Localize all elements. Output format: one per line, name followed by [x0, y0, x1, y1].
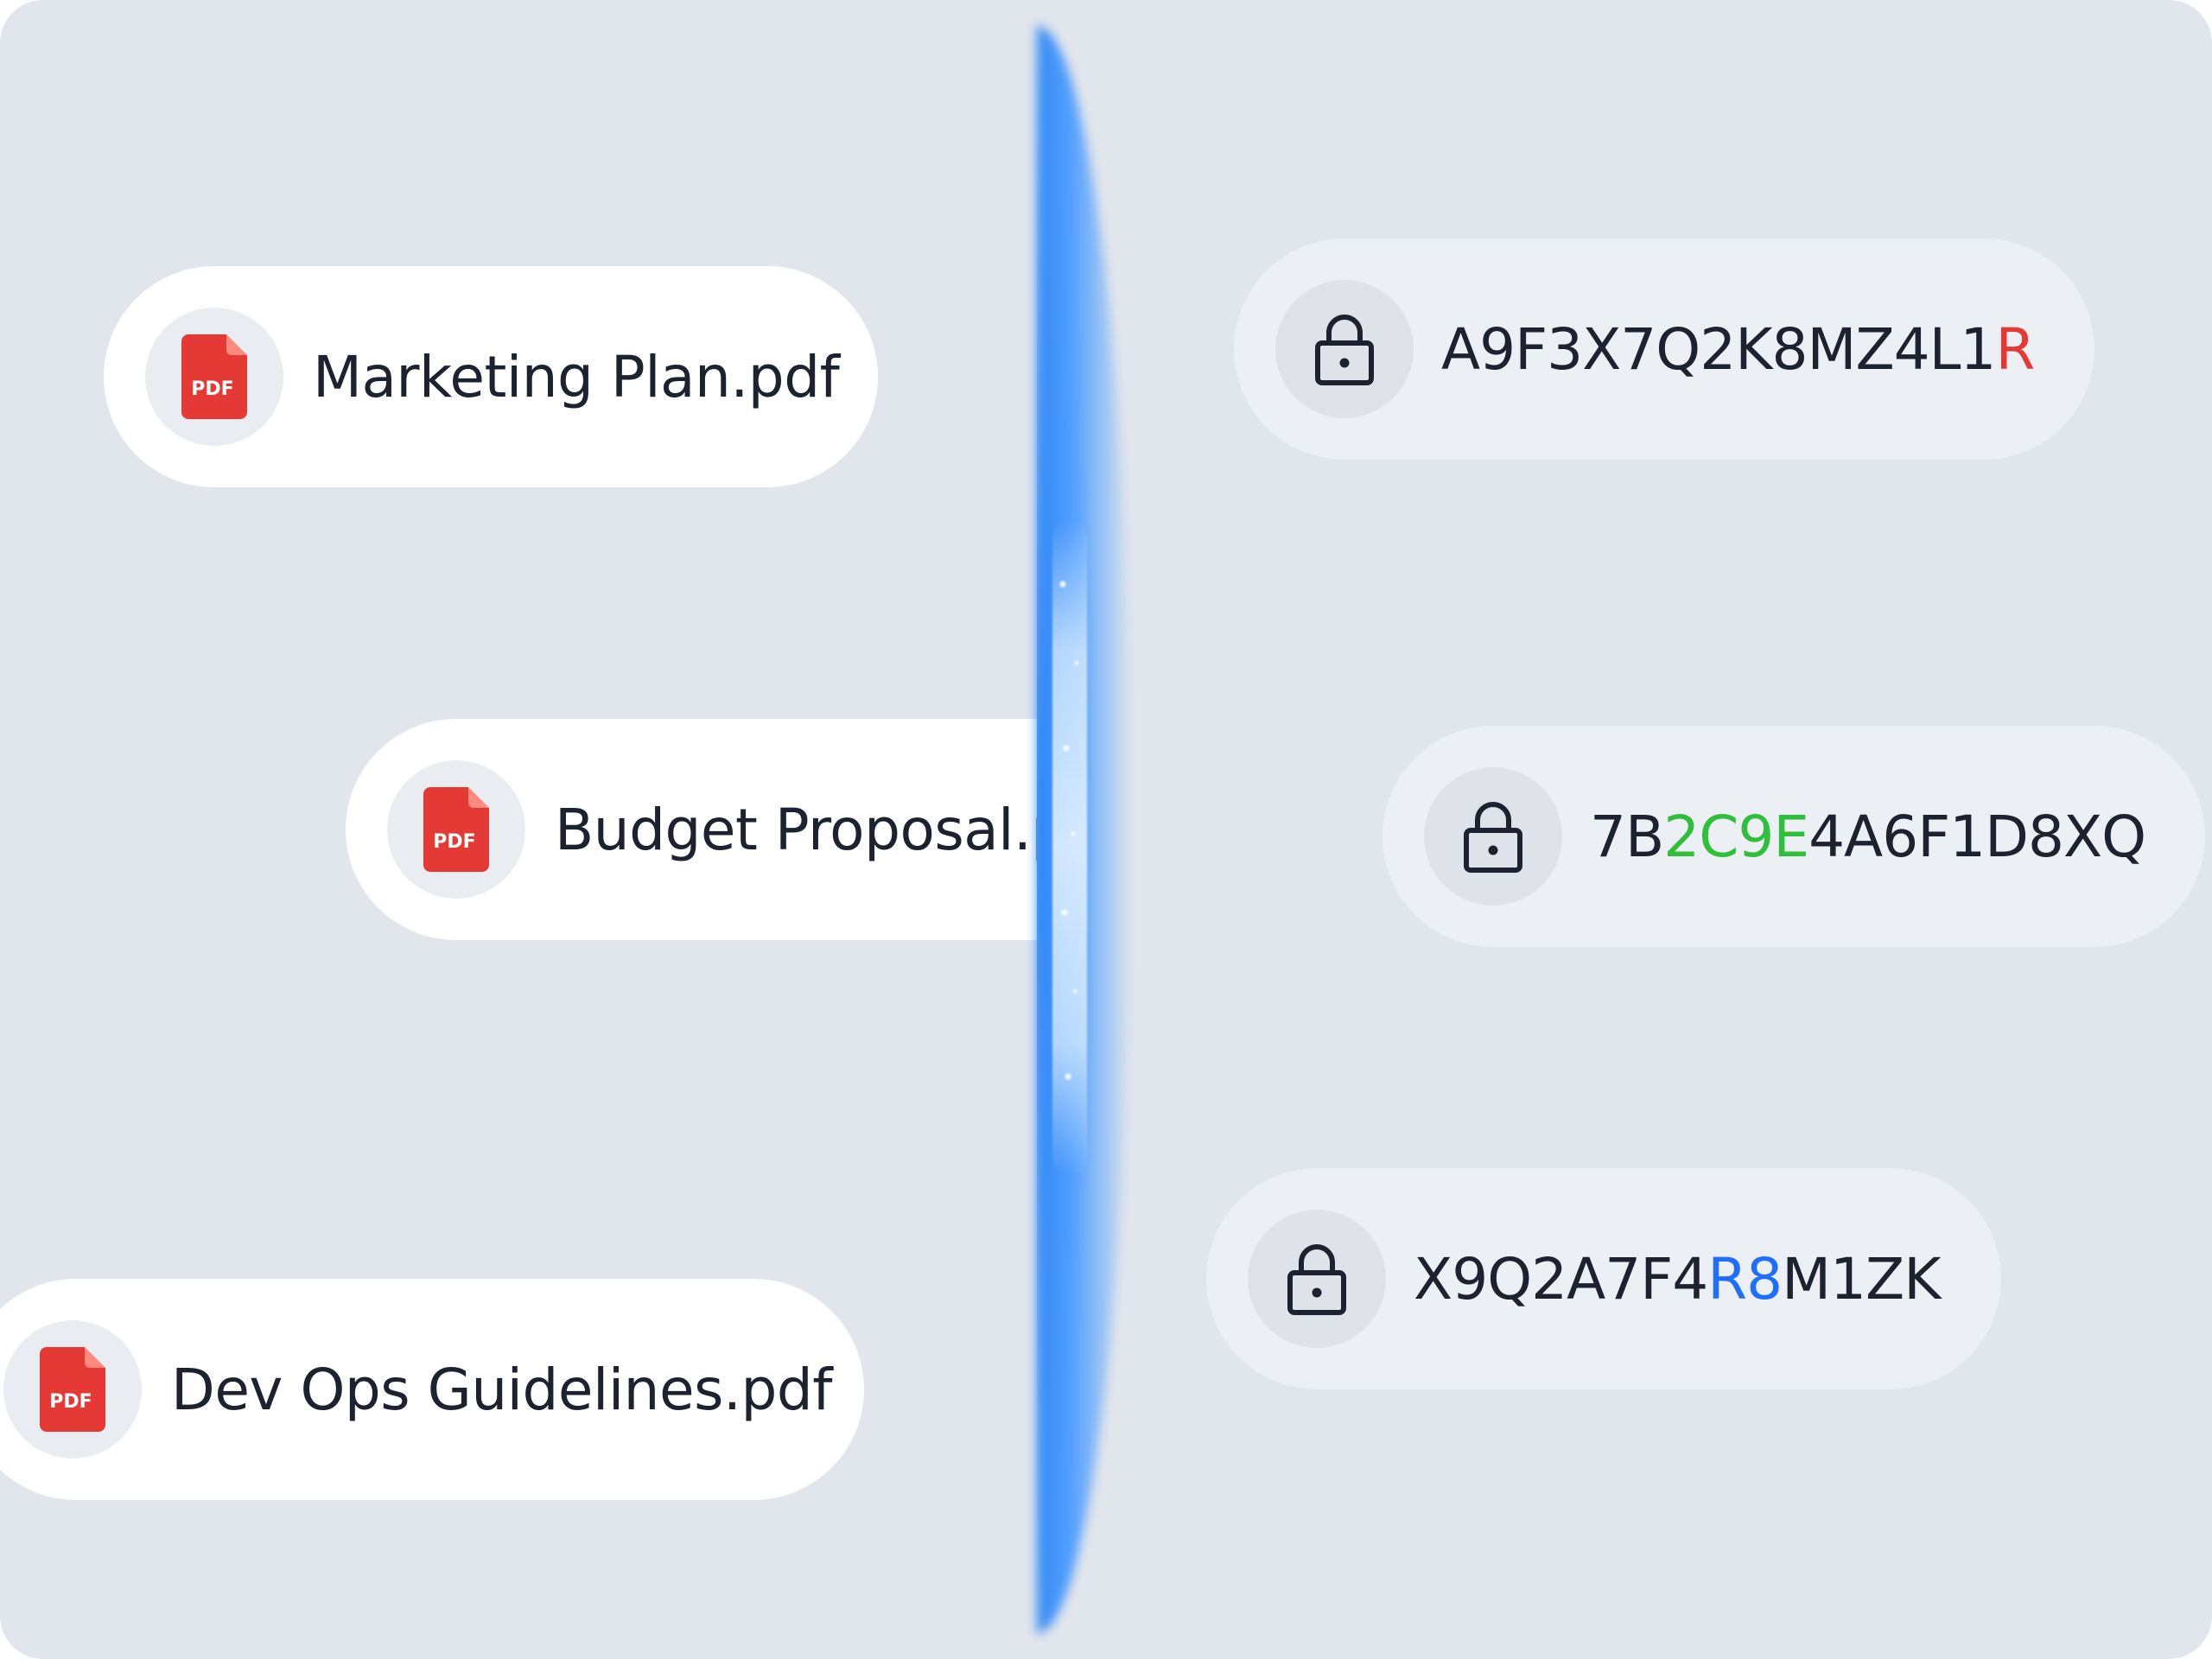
cipher-highlight: 2C9E [1663, 803, 1809, 870]
file-pill-dev-ops-guidelines: PDF Dev Ops Guidelines.pdf [0, 1279, 864, 1500]
beam-core [1037, 26, 1132, 1633]
pdf-icon-label: PDF [191, 378, 233, 400]
file-name: Budget Proposal.pdf [555, 796, 1037, 863]
file-name: Marketing Plan.pdf [313, 343, 840, 410]
file-icon-holder: PDF [145, 308, 283, 446]
file-pill-marketing-plan: PDF Marketing Plan.pdf [104, 266, 878, 487]
cipher-segment: X9Q2A7F4 [1414, 1245, 1708, 1313]
cipher-highlight: R [1995, 315, 2035, 383]
beam-sparkle [1052, 518, 1087, 1175]
lock-icon [1287, 1244, 1346, 1315]
file-pill-budget-proposal: PDF Budget Proposal.pdf [346, 719, 1037, 940]
cipher-segment: M1ZK [1782, 1245, 1941, 1313]
cipher-segment: 4A6F1D8XQ [1808, 803, 2146, 870]
encrypted-string: A9F3X7Q2K8MZ4L1R [1441, 315, 2035, 383]
encrypted-pill-1: A9F3X7Q2K8MZ4L1R [1234, 238, 2094, 460]
encrypted-string: X9Q2A7F4R8M1ZK [1414, 1245, 1942, 1313]
encrypted-pill-2: 7B2C9E4A6F1D8XQ [1382, 726, 2205, 947]
encrypted-string: 7B2C9E4A6F1D8XQ [1590, 803, 2146, 870]
encrypted-pill-3: X9Q2A7F4R8M1ZK [1206, 1168, 2001, 1389]
lock-icon [1464, 802, 1522, 873]
beam-glow [1037, 0, 1166, 1659]
encryption-illustration: PDF Marketing Plan.pdf PDF Budget Propos… [0, 0, 2212, 1659]
file-name: Dev Ops Guidelines.pdf [171, 1356, 832, 1423]
file-icon-holder: PDF [387, 760, 525, 899]
lock-icon-holder [1275, 280, 1414, 418]
pdf-file-icon: PDF [40, 1347, 105, 1432]
pdf-file-icon: PDF [181, 334, 247, 419]
cipher-highlight: R8 [1707, 1245, 1783, 1313]
pdf-icon-label: PDF [433, 831, 475, 853]
pdf-file-icon: PDF [423, 787, 489, 872]
encryption-beam [1037, 0, 1175, 1659]
file-icon-holder: PDF [3, 1320, 142, 1459]
lock-icon [1315, 315, 1374, 385]
lock-icon-holder [1424, 767, 1562, 906]
lock-icon-holder [1248, 1210, 1386, 1348]
plain-files-area: PDF Marketing Plan.pdf PDF Budget Propos… [0, 0, 1037, 1659]
pdf-icon-label: PDF [49, 1391, 92, 1413]
cipher-segment: A9F3X7Q2K8MZ4L1 [1441, 315, 1996, 383]
cipher-segment: 7B [1590, 803, 1664, 870]
